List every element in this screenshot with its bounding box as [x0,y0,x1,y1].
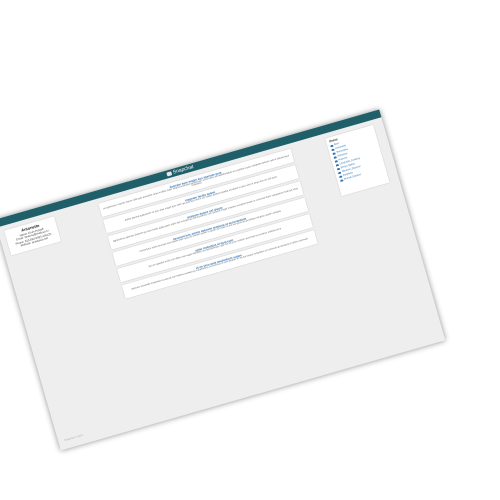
users-sidebar: Users Bret Antonette Samantha Karianne K… [325,124,390,197]
person-icon [340,179,344,183]
app-page: Snapchat Antonette Name: Ervin Howell Em… [0,109,446,451]
app-title: Snapchat [172,164,195,176]
camera-logo-icon [166,171,172,177]
app-brand[interactable]: Snapchat [166,164,195,177]
screenshot-stage: Snapchat Antonette Name: Ervin Howell Em… [0,0,500,500]
post-feed: dolorem eum magni eos aperiam quia ut as… [98,148,318,301]
footer-text: Snapchat © 2024 [63,433,84,443]
